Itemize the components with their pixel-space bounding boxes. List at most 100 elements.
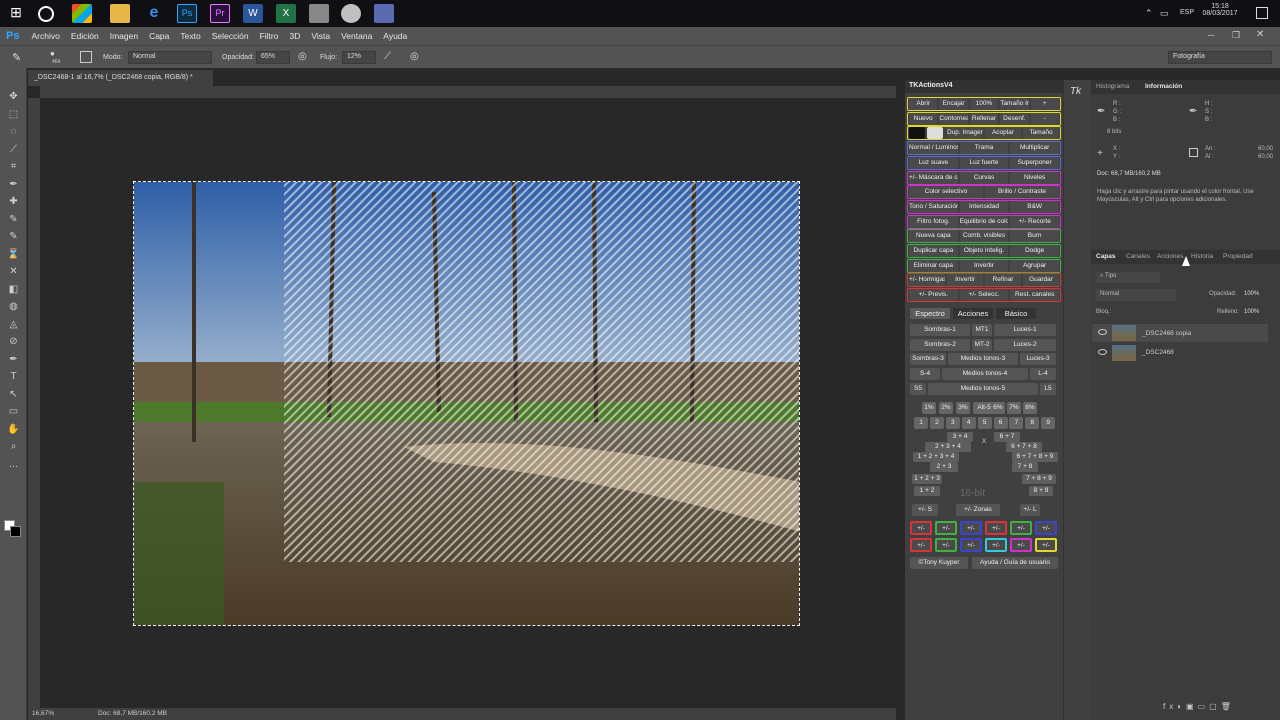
tk-combo-button[interactable]: 7 + 8 + 9 [1022,474,1056,484]
tk-spectrum-button[interactable]: MT1 [972,324,992,336]
tk-spectrum-button[interactable]: L-4 [1030,368,1056,381]
tk-color-adjust-button[interactable]: +/- [935,538,957,552]
tk-zone-number[interactable]: 6 [993,417,1008,429]
tk-button[interactable]: +/- Máscara de capa [909,171,958,184]
eraser-tool-icon[interactable]: ✕ [7,265,20,278]
tk-button[interactable]: Filtro fotog. [909,215,958,228]
tk-combo-button[interactable]: 7 + 8 [1012,462,1038,472]
layer-filter-select[interactable]: ⌕ Tipo [1096,272,1160,283]
maximize-icon[interactable]: ❐ [1232,30,1240,41]
tk-button[interactable]: Burn [1010,230,1059,243]
tk-button[interactable]: Tamaño [1023,127,1059,140]
tk-spectrum-button[interactable]: S-4 [910,368,940,381]
pressure-opacity-icon[interactable]: ◎ [298,51,307,62]
document-tab[interactable]: _DSC2468-1 al 16,7% (_DSC2468 copia, RGB… [28,70,213,86]
tk-button[interactable]: B&W [1010,200,1059,213]
tab-layers[interactable]: Capas [1096,253,1116,260]
visibility-eye-icon[interactable] [1098,349,1107,355]
tk-color-adjust-button[interactable]: +/- [960,538,982,552]
tk-button[interactable]: Comb. visibles [959,230,1009,243]
tk-spectrum-button[interactable]: Sombras-2 [910,338,970,351]
tk-spectrum-button[interactable]: Medios tonos-4 [942,368,1028,381]
tk-spectrum-button[interactable]: Luces-2 [994,338,1056,351]
pen-tool-icon[interactable]: ⊘ [7,335,20,348]
flow-input[interactable]: 12% [342,51,376,64]
tk-button[interactable]: Guardar [1023,274,1059,287]
tk-spectrum-button[interactable]: Luces-3 [1020,353,1056,366]
marquee-tool-icon[interactable]: ⬚ [7,108,20,121]
blur-tool-icon[interactable]: ◍ [7,300,20,313]
tk-button[interactable]: + [1030,98,1059,110]
tk-button[interactable]: Luz fuerte [959,156,1009,169]
tk-color-adjust-button[interactable]: +/- [935,521,957,535]
tk-combo-button[interactable]: 6 + 7 [994,432,1020,442]
tk-spectrum-button[interactable]: S5 [910,382,926,395]
visibility-eye-icon[interactable] [1098,329,1107,335]
tk-button[interactable]: Normal / Luminosidad [909,142,958,155]
tk-combo-button[interactable]: 1 + 2 [914,486,940,496]
tk-combo-button[interactable]: 3 + 4 [947,432,973,442]
document-canvas-image[interactable] [133,181,800,626]
tk-button[interactable]: +/- Recorte [1010,215,1059,228]
tk-button[interactable]: Encajar [939,98,968,110]
tk-zone-number[interactable]: 7 [1009,417,1024,429]
tk-button[interactable]: Niveles [1010,171,1059,184]
tk-button[interactable]: Trama [959,142,1009,155]
tk-button[interactable]: Invertir [959,259,1009,272]
windows-start-icon[interactable]: ⊞ [6,4,26,23]
tk-combo-button[interactable]: 2 + 3 + 4 [925,442,971,452]
menu-item[interactable]: Ventana [341,31,372,41]
tk-combo-button[interactable]: 1 + 2 + 3 + 4 [913,452,959,462]
brush-preset-icon[interactable]: ● [50,49,55,58]
tk-spectrum-button[interactable]: Luces-1 [994,324,1056,336]
tk-percent-button[interactable]: 3% [956,402,970,414]
zoom-tool-icon[interactable]: ⌕ [7,440,20,453]
tk-combo-button[interactable]: 1 + 2 + 3 [912,474,942,484]
tk-color-adjust-button[interactable]: +/- [910,538,932,552]
tk-help-button[interactable]: Ayuda / Guía de usuario [972,557,1058,569]
app-icon[interactable] [309,4,329,23]
gradient-tool-icon[interactable]: ◧ [7,283,20,296]
clock[interactable]: 15:18 08/03/2017 [1200,3,1240,17]
menu-item[interactable]: Filtro [260,31,279,41]
tk-zone-number[interactable]: 9 [1041,417,1056,429]
tk-spectrum-button[interactable]: Medios tonos-5 [928,382,1038,395]
tab-histogram[interactable]: Histograma [1096,83,1129,90]
tk-button[interactable]: Refinar [985,274,1021,287]
tk-button[interactable]: Equilibrio de color [959,215,1009,228]
menu-item[interactable]: Selección [212,31,249,41]
layer-row[interactable]: _DSC2468 copia [1092,324,1268,342]
tk-zone-toggle[interactable]: +/- S [912,504,938,516]
move-tool-icon[interactable]: ✥ [7,90,20,103]
background-color-swatch[interactable] [10,526,21,537]
monitor-icon[interactable] [374,4,394,23]
magic-wand-tool-icon[interactable]: ⟋ [7,143,20,156]
tk-button[interactable]: Invertir [947,274,983,287]
tk-button[interactable]: +/- Hormigas [909,274,945,287]
tk-button[interactable]: - [1030,112,1059,125]
lasso-tool-icon[interactable]: ◌ [7,125,20,138]
tk-color-adjust-button[interactable]: +/- [910,521,932,535]
brush-tool-icon[interactable]: ✎ [7,213,20,226]
menu-item[interactable]: 3D [289,31,300,41]
menu-item[interactable]: Capa [149,31,169,41]
tk-percent-button[interactable]: 6% [991,402,1005,414]
tk-color-adjust-button[interactable]: +/- [1010,521,1032,535]
opacity-input[interactable]: 65% [256,51,290,64]
tk-color-adjust-button[interactable]: +/- [1035,521,1057,535]
tk-zone-number[interactable]: 1 [914,417,928,429]
tk-zone-number[interactable]: 8 [1025,417,1040,429]
tk-button[interactable]: Intensidad [959,200,1009,213]
tab-info[interactable]: Información [1145,83,1182,90]
brush-tool-icon[interactable]: ✎ [12,51,21,64]
tk-zone-number[interactable]: 2 [929,417,944,429]
tk-spectrum-button[interactable]: L5 [1040,382,1056,395]
tk-button[interactable]: Duplicar capa [909,245,958,257]
tk-swatch-black[interactable] [909,127,925,140]
tk-button[interactable]: +/- Selecc. [959,289,1009,302]
tk-button[interactable]: Brillo / Contraste [985,186,1059,199]
tk-combo-button[interactable]: 2 + 3 [930,462,958,472]
blend-mode-select[interactable]: Normal [1096,289,1176,301]
tk-button[interactable]: Acoplar [985,127,1021,140]
tk-color-adjust-button[interactable]: +/- [960,521,982,535]
